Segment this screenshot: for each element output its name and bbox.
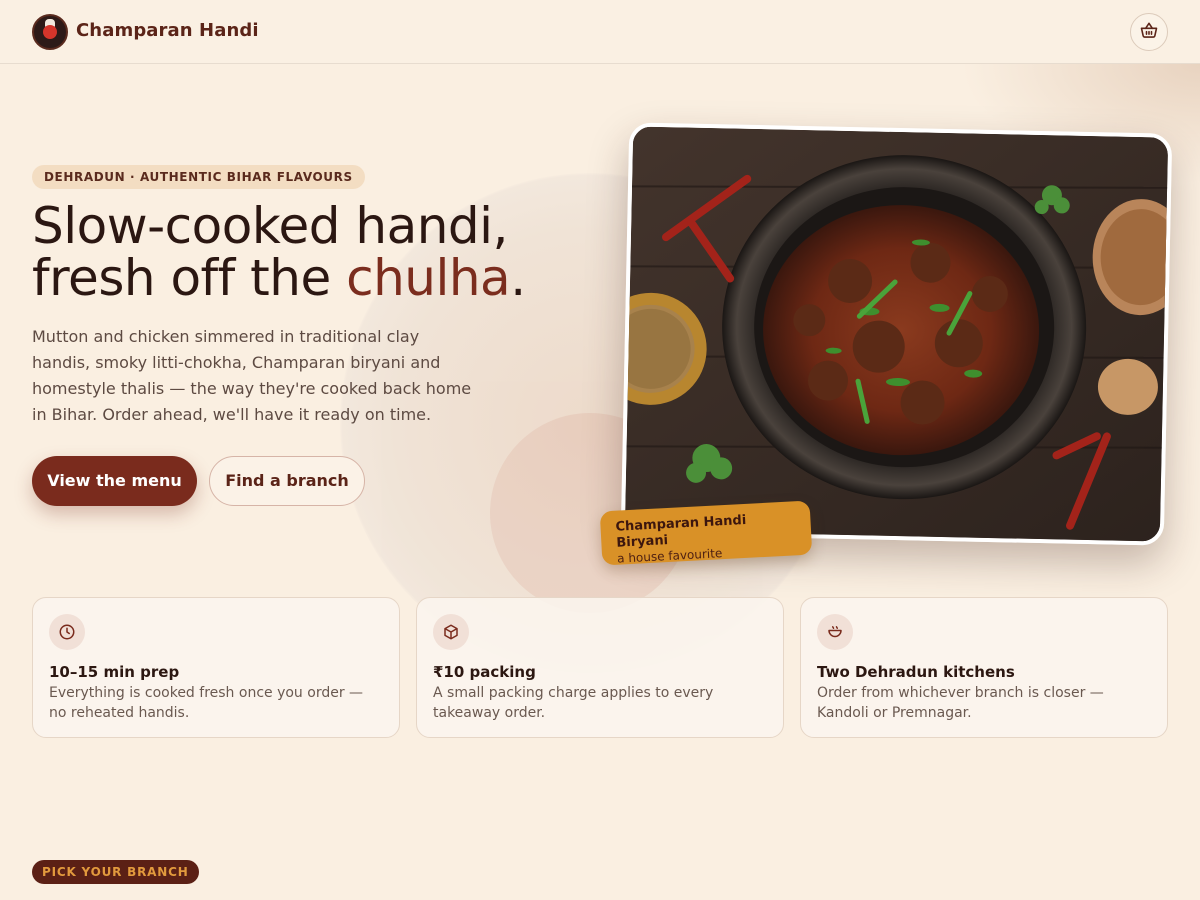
hero-headline: Slow-cooked handi, fresh off the chulha. (32, 200, 592, 304)
brand-logo[interactable] (32, 14, 68, 50)
site-header: Champaran Handi (0, 0, 1200, 64)
logo-emblem (43, 25, 57, 39)
feature-description: A small packing charge applies to every … (433, 685, 714, 721)
photo-caption: Champaran Handi Biryani a house favourit… (599, 500, 813, 566)
headline-line-2-prefix: fresh off the (32, 249, 347, 307)
headline-accent-word: chulha (346, 249, 511, 307)
clock-icon (49, 614, 85, 650)
feature-title: ₹10 packing (433, 663, 536, 681)
headline-line-2-suffix: . (510, 249, 526, 307)
feature-card-kitchens: Two Dehradun kitchens Order from whichev… (800, 597, 1168, 738)
basket-icon (1139, 20, 1159, 44)
feature-card-prep-time: 10–15 min prep Everything is cooked fres… (32, 597, 400, 738)
feature-description: Order from whichever branch is closer — … (817, 685, 1104, 721)
cart-button[interactable] (1130, 13, 1168, 51)
brand-name[interactable]: Champaran Handi (76, 20, 259, 41)
find-branch-button[interactable]: Find a branch (209, 456, 365, 506)
feature-card-packing: ₹10 packing A small packing charge appli… (416, 597, 784, 738)
hero-food-photo (620, 122, 1173, 546)
package-icon (433, 614, 469, 650)
view-menu-button[interactable]: View the menu (32, 456, 197, 506)
feature-title: Two Dehradun kitchens (817, 663, 1015, 681)
location-badge: DEHRADUN · AUTHENTIC BIHAR FLAVOURS (32, 165, 365, 189)
hero-description: Mutton and chicken simmered in tradition… (32, 327, 472, 424)
pick-branch-badge: PICK YOUR BRANCH (32, 860, 199, 884)
pot-icon (817, 614, 853, 650)
headline-line-1: Slow-cooked handi, (32, 197, 508, 255)
feature-title: 10–15 min prep (49, 663, 180, 681)
handi-dish-illustration (624, 126, 1173, 546)
feature-description: Everything is cooked fresh once you orde… (49, 685, 364, 721)
